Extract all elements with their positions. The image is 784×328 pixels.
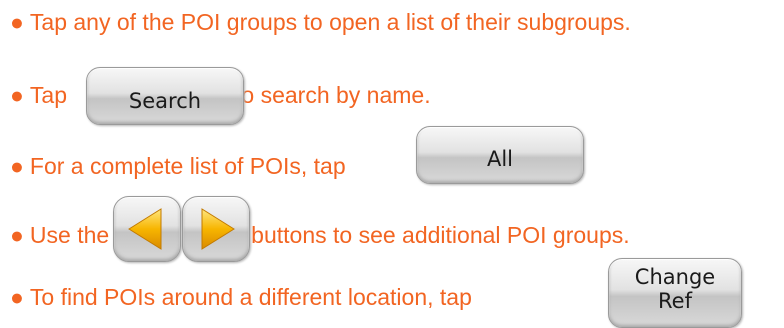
bullet: ● (10, 81, 24, 108)
previous-button[interactable] (113, 196, 181, 262)
bullet: ● (10, 8, 24, 35)
arrow-right-icon (201, 208, 235, 250)
instruction-text: to search by name. (235, 81, 431, 108)
instruction-text: buttons to see additional POI groups. (251, 221, 630, 248)
all-button[interactable]: All (416, 126, 584, 184)
bullet: ● (10, 283, 24, 310)
search-button[interactable]: Search (86, 67, 244, 125)
all-button-label: All (486, 147, 514, 171)
instruction-text: To find POIs around a different location… (29, 283, 472, 310)
instruction-text: Tap any of the POI groups to open a list… (29, 8, 631, 35)
instruction-text: Tap (29, 81, 67, 108)
instruction-text: For a complete list of POIs, tap (29, 152, 346, 179)
search-button-label: Search (128, 89, 202, 113)
bullet: ● (10, 152, 24, 179)
change-ref-button-label: Ref (658, 289, 692, 313)
bullet: ● (10, 221, 24, 248)
instruction-line-1: ● Tap any of the POI groups to open a li… (10, 7, 631, 37)
change-ref-button-label: Change (634, 265, 716, 289)
next-button[interactable] (182, 196, 250, 262)
instruction-line-4: ● Use the buttons to see additional POI … (10, 220, 630, 250)
instruction-text: Use the (29, 221, 110, 248)
change-ref-button[interactable]: Change Ref (608, 258, 742, 328)
arrow-left-icon (128, 208, 162, 250)
instruction-line-5: ● To find POIs around a different locati… (10, 282, 614, 312)
